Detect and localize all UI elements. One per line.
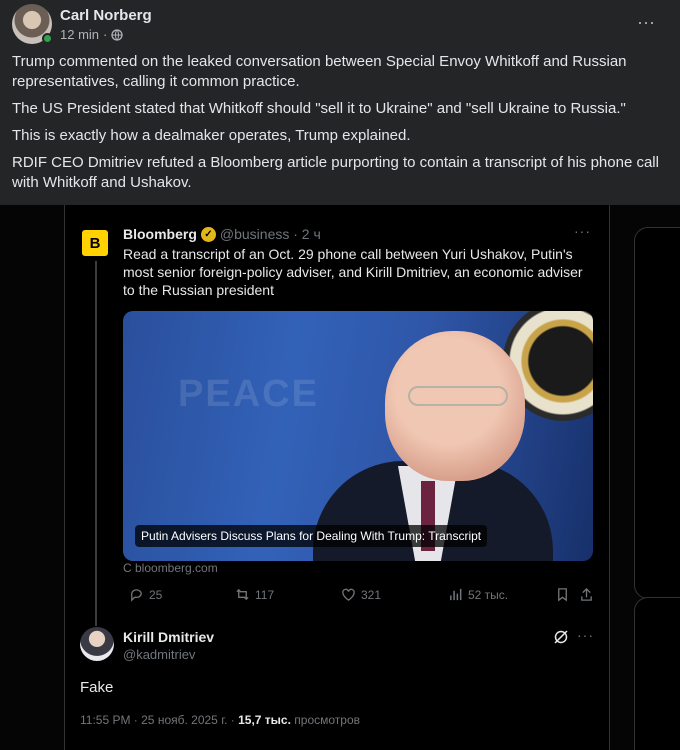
- post-paragraph: RDIF CEO Dmitriev refuted a Bloomberg ar…: [12, 154, 659, 191]
- bookmark-action: [555, 587, 570, 602]
- reply-timestamp: 11:55 PM · 25 нояб. 2025 г. · 15,7 тыс. …: [80, 713, 360, 727]
- repost-icon: [236, 588, 249, 601]
- grok-icon: [554, 630, 568, 644]
- photo-caption: Putin Advisers Discuss Plans for Dealing…: [135, 525, 488, 547]
- post-paragraph: This is exactly how a dealmaker operates…: [12, 127, 411, 144]
- reply-time-prefix: 11:55 PM · 25 нояб. 2025 г. ·: [80, 713, 239, 727]
- views-bar-icon: [450, 588, 462, 601]
- tweet-actions: 25 117 321 52 тыс.: [123, 587, 593, 609]
- reply-count: 25: [149, 587, 163, 602]
- post-image[interactable]: B Bloomberg ✓ @business · 2 ч ··· Read a…: [0, 205, 680, 750]
- reply-views-label: просмотров: [290, 713, 360, 727]
- views-action: 52 тыс.: [448, 587, 508, 602]
- person-head: [385, 331, 525, 481]
- reply-author-name: Kirill Dmitriev: [123, 629, 215, 645]
- like-action: 321: [341, 587, 381, 602]
- views-count: 52 тыс.: [468, 587, 509, 602]
- more-options-button[interactable]: ···: [632, 10, 660, 34]
- tweet-photo: PEACE Putin Advisers Discuss Plans for D…: [123, 311, 593, 561]
- author-name[interactable]: Carl Norberg: [60, 7, 152, 24]
- reply-avatar: [80, 627, 114, 661]
- reply-more-icon: ···: [577, 627, 594, 643]
- tweet-more-icon: ···: [574, 223, 591, 239]
- like-count: 321: [361, 587, 382, 602]
- tweet-author-name: Bloomberg: [123, 226, 197, 242]
- repost-count: 117: [255, 587, 275, 602]
- reply-icon: [130, 589, 142, 602]
- author-avatar[interactable]: [12, 4, 53, 44]
- post-paragraph: The US President stated that Whitkoff sh…: [12, 100, 626, 117]
- meta-separator: ·: [103, 27, 108, 42]
- person-glasses: [408, 386, 508, 406]
- share-icon: [581, 587, 592, 601]
- post-header: Carl Norberg 12 min · ···: [12, 2, 668, 48]
- thread-line: [95, 261, 97, 626]
- reply-views-count: 15,7 тыс.: [238, 713, 291, 727]
- reply-text: Fake: [80, 679, 114, 696]
- link-source: C bloomberg.com: [123, 561, 218, 575]
- post-time[interactable]: 12 min: [60, 27, 99, 42]
- post-paragraph: Trump commented on the leaked conversati…: [12, 53, 627, 90]
- globe-icon[interactable]: [111, 28, 124, 41]
- tweet-header: Bloomberg ✓ @business · 2 ч: [123, 226, 321, 242]
- repost-action: 117: [235, 587, 274, 602]
- share-action: [579, 587, 594, 602]
- bloomberg-logo: B: [82, 230, 108, 256]
- reply-handle: @kadmitriev: [123, 647, 196, 662]
- tweet-screenshot: B Bloomberg ✓ @business · 2 ч ··· Read a…: [64, 205, 610, 750]
- post-body: Trump commented on the leaked conversati…: [12, 52, 666, 200]
- bookmark-icon: [558, 588, 567, 602]
- reply-action: 25: [129, 587, 162, 602]
- online-status-dot: [42, 33, 53, 44]
- heart-icon: [342, 588, 355, 601]
- tweet-handle: @business · 2 ч: [219, 226, 321, 242]
- side-card: [634, 227, 680, 599]
- verified-badge-icon: ✓: [200, 226, 216, 242]
- side-card: [634, 597, 680, 750]
- photo-watermark: PEACE: [178, 373, 319, 415]
- post-meta: 12 min ·: [60, 27, 124, 42]
- facebook-post: Carl Norberg 12 min · ··· Trump commente…: [0, 0, 680, 750]
- tweet-text: Read a transcript of an Oct. 29 phone ca…: [123, 246, 583, 298]
